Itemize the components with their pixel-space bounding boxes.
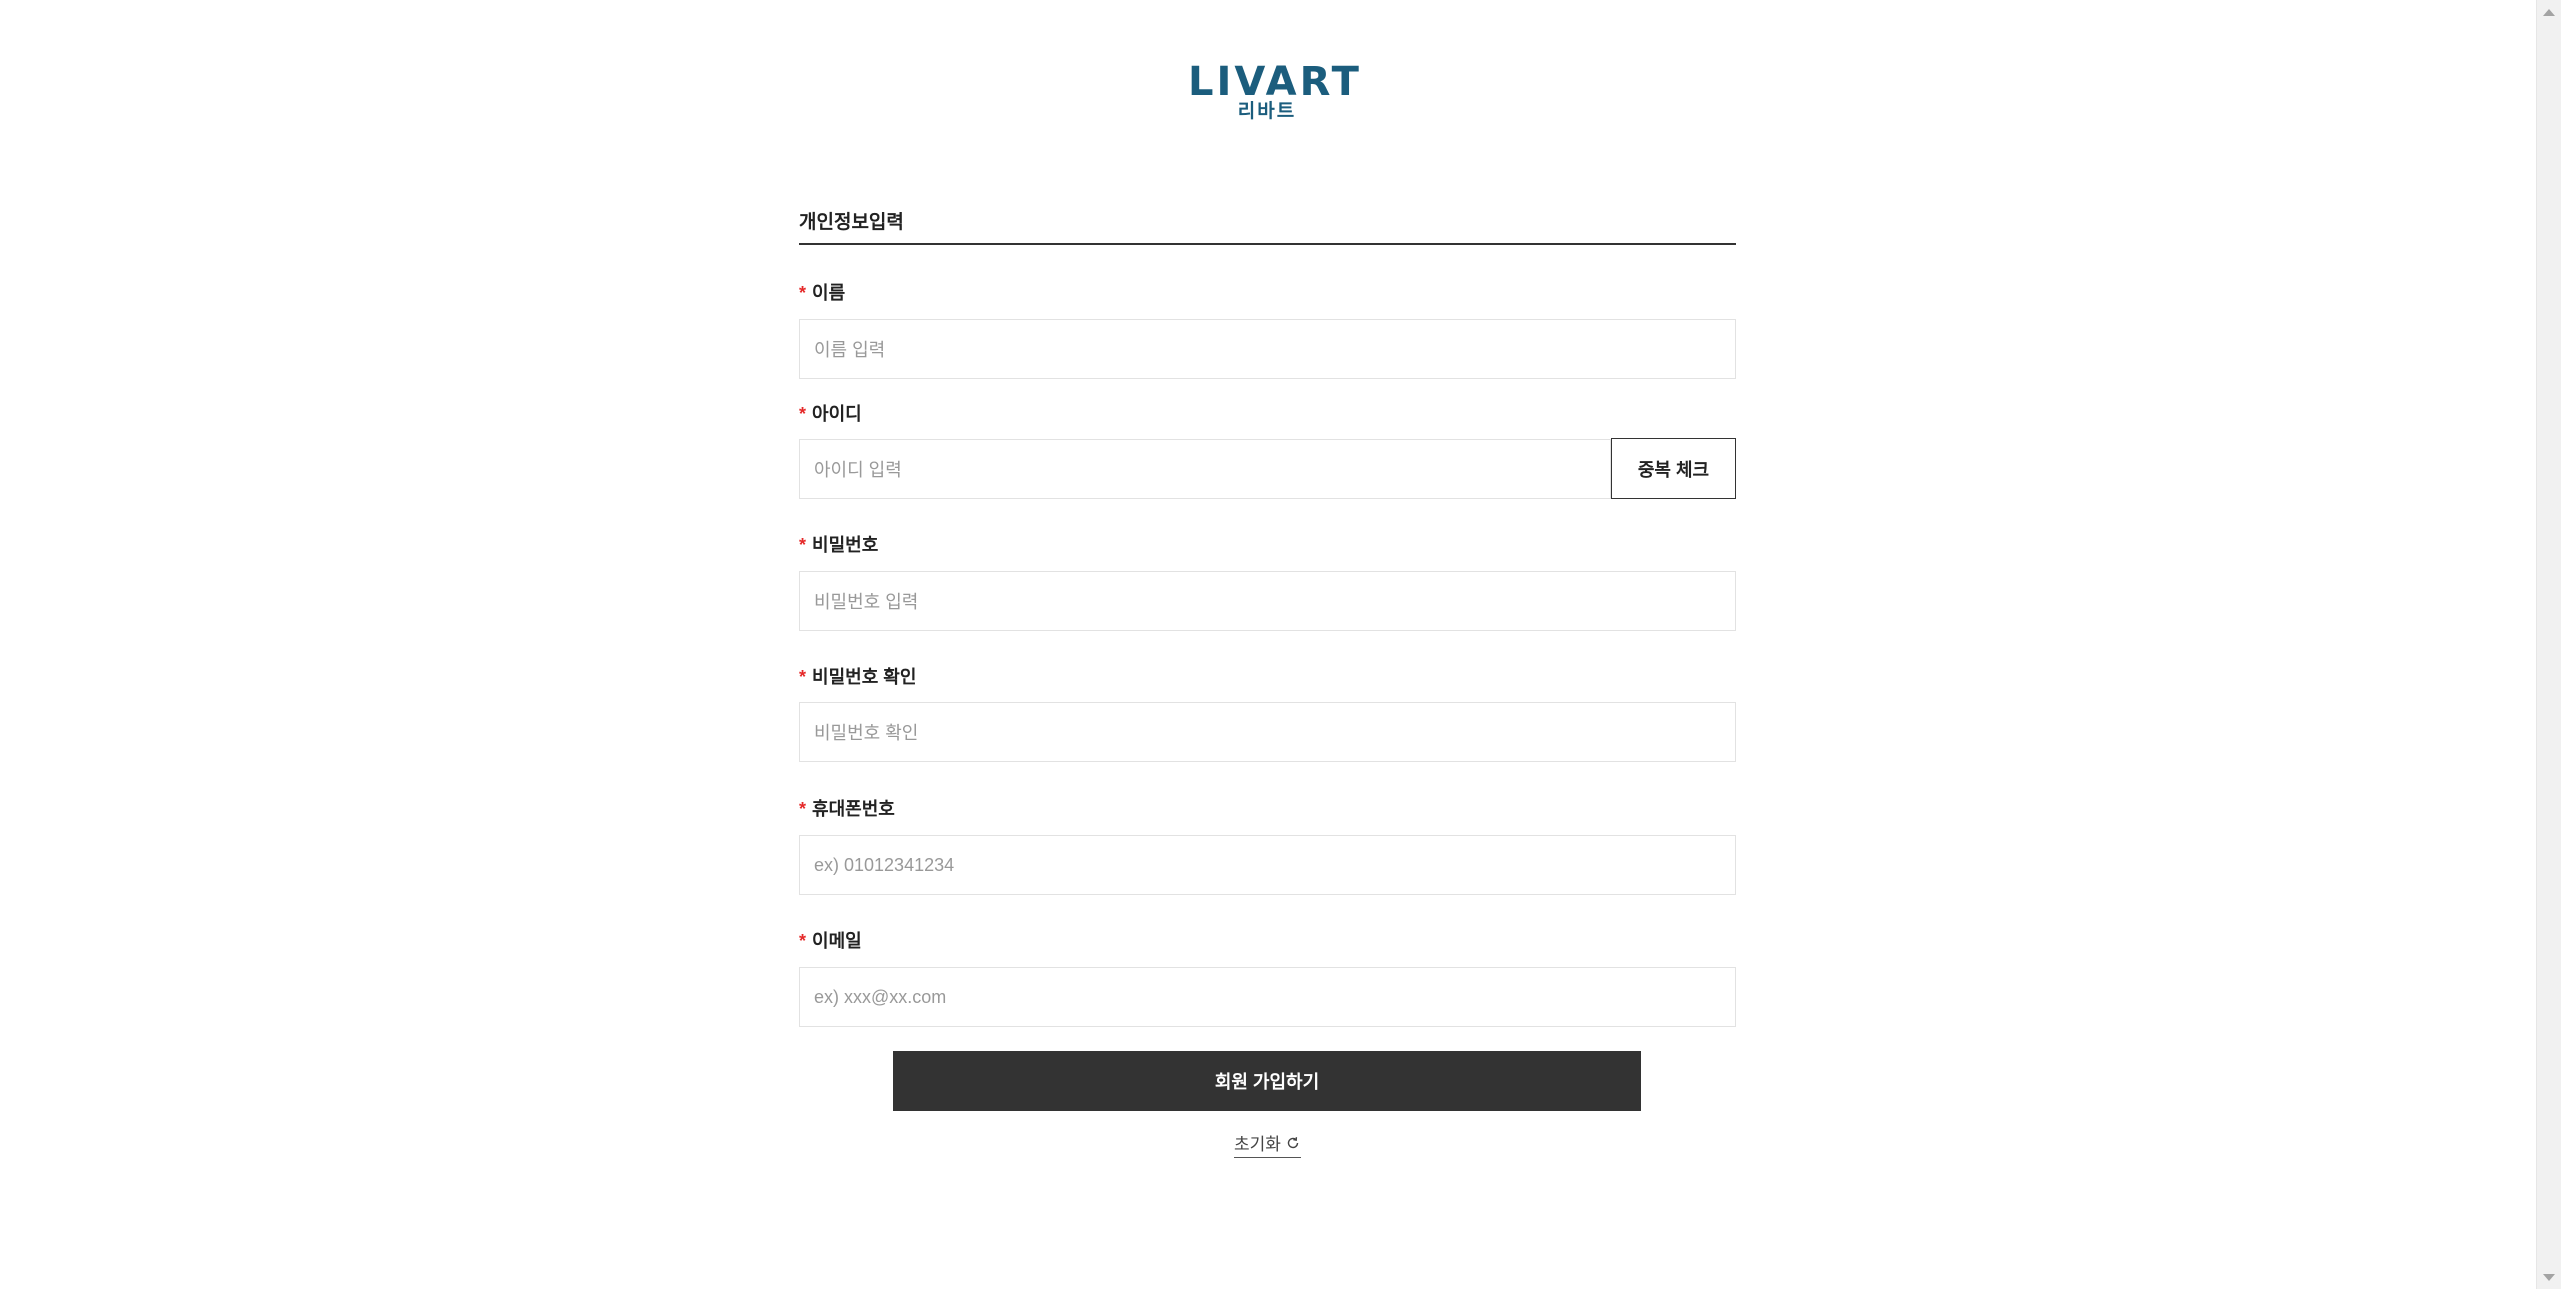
logo-text-en: LIVART (1188, 59, 1362, 105)
password-input[interactable]: 비밀번호 입력 (799, 571, 1736, 631)
name-input[interactable]: 이름 입력 (799, 319, 1736, 379)
email-label: * 이메일 (799, 931, 862, 951)
required-mark: * (799, 931, 807, 951)
vertical-scrollbar[interactable] (2536, 0, 2561, 1289)
password-confirm-label: * 비밀번호 확인 (799, 667, 917, 687)
required-mark: * (799, 535, 807, 555)
email-input[interactable]: ex) xxx@xx.com (799, 967, 1736, 1027)
reset-button[interactable]: 초기화 (1234, 1130, 1301, 1158)
scroll-down-arrow-icon[interactable] (2537, 1265, 2561, 1289)
livart-logo[interactable]: LIVART 리바트 (1188, 59, 1362, 122)
required-mark: * (799, 667, 807, 687)
signup-form: 개인정보입력 * 이름 이름 입력 * 아이디 아이디 입력 중복 체크 * 비밀번호… (799, 208, 1736, 1158)
phone-input[interactable]: ex) 01012341234 (799, 835, 1736, 895)
reset-label: 초기화 (1234, 1135, 1281, 1154)
password-label: * 비밀번호 (799, 535, 879, 555)
section-title: 개인정보입력 (799, 208, 1736, 245)
password-placeholder: 비밀번호 입력 (814, 592, 919, 612)
phone-placeholder: ex) 01012341234 (814, 854, 955, 875)
refresh-icon (1287, 1136, 1299, 1148)
required-mark: * (799, 283, 807, 303)
name-placeholder: 이름 입력 (814, 340, 886, 360)
duplicate-check-button[interactable]: 중복 체크 (1611, 438, 1736, 499)
signup-submit-button[interactable]: 회원 가입하기 (893, 1051, 1641, 1111)
userid-input[interactable]: 아이디 입력 (799, 439, 1611, 499)
email-placeholder: ex) xxx@xx.com (814, 986, 947, 1007)
password-confirm-placeholder: 비밀번호 확인 (814, 723, 919, 743)
userid-label: * 아이디 (799, 404, 862, 424)
reset-row: 초기화 (799, 1130, 1736, 1158)
name-label: * 이름 (799, 283, 846, 303)
userid-placeholder: 아이디 입력 (814, 460, 902, 480)
password-confirm-input[interactable]: 비밀번호 확인 (799, 702, 1736, 762)
scroll-up-arrow-icon[interactable] (2537, 0, 2561, 24)
logo-text-kr: 리바트 (1237, 101, 1297, 122)
required-mark: * (799, 404, 807, 424)
signup-page: LIVART 리바트 개인정보입력 * 이름 이름 입력 * 아이디 아이디 입력 … (0, 0, 2561, 1289)
phone-label: * 휴대폰번호 (799, 799, 895, 819)
required-mark: * (799, 799, 807, 819)
